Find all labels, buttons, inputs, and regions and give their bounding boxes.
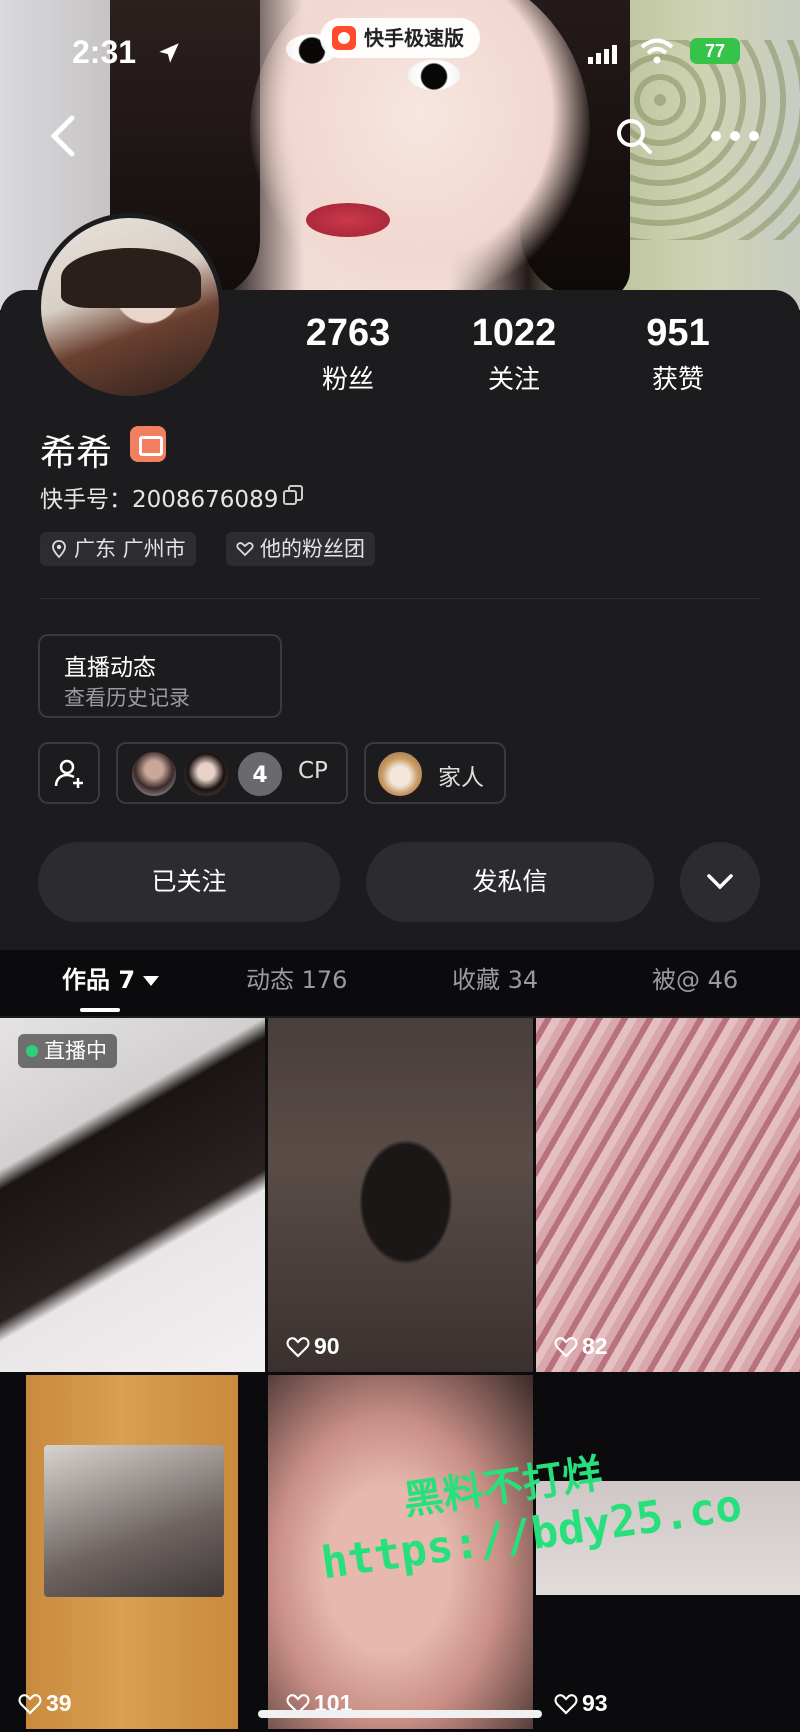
verified-badge-icon bbox=[130, 426, 166, 462]
location-text: 广东 广州市 bbox=[74, 537, 186, 561]
battery-level: 77 bbox=[704, 41, 726, 61]
location-tag: 广东 广州市 bbox=[40, 532, 196, 566]
works-grid: 直播中 90 82 39 101 93 bbox=[0, 1018, 800, 1732]
like-count: 39 bbox=[18, 1690, 72, 1717]
kuaishou-id: 快手号：2008676089 bbox=[40, 487, 279, 513]
tab-works[interactable]: 作品 7 bbox=[62, 960, 160, 995]
cp-avatar bbox=[182, 750, 230, 798]
kuaishou-logo-icon bbox=[332, 26, 356, 50]
family-avatar bbox=[376, 750, 424, 798]
stat-fans-value: 2763 bbox=[305, 312, 391, 354]
like-count-value: 39 bbox=[46, 1690, 72, 1716]
stat-fans-label: 粉丝 bbox=[321, 365, 374, 395]
add-friend-button[interactable] bbox=[38, 742, 100, 804]
copy-icon[interactable] bbox=[282, 484, 304, 506]
cp-relations-chip[interactable]: 4 CP bbox=[116, 742, 348, 804]
live-badge: 直播中 bbox=[18, 1034, 117, 1068]
cp-count-badge: 4 bbox=[236, 750, 284, 798]
stat-following[interactable]: 1022 关注 bbox=[434, 312, 594, 396]
work-tile[interactable]: 直播中 bbox=[0, 1018, 265, 1372]
like-count: 93 bbox=[554, 1690, 608, 1717]
app-pill[interactable]: 快手极速版 bbox=[320, 18, 480, 58]
heart-icon bbox=[286, 1337, 310, 1358]
live-history-subtitle: 查看历史记录 bbox=[64, 686, 190, 710]
stat-fans[interactable]: 2763 粉丝 bbox=[268, 312, 428, 396]
location-pin-icon bbox=[52, 540, 66, 558]
work-tile[interactable]: 39 bbox=[0, 1375, 265, 1729]
fan-club-tag[interactable]: 他的粉丝团 bbox=[226, 532, 375, 566]
status-time: 2:31 bbox=[72, 34, 137, 70]
heart-icon bbox=[554, 1694, 578, 1715]
family-relations-chip[interactable]: 家人 bbox=[364, 742, 506, 804]
like-count-value: 93 bbox=[582, 1690, 608, 1716]
work-tile[interactable]: 93 bbox=[536, 1375, 800, 1729]
like-count: 90 bbox=[286, 1333, 340, 1360]
work-tile[interactable]: 82 bbox=[536, 1018, 800, 1372]
stat-likes[interactable]: 951 获赞 bbox=[598, 312, 758, 396]
content-tabs: 作品 7 动态 176 收藏 34 被@ 46 bbox=[0, 950, 800, 1016]
cp-label: CP bbox=[298, 758, 328, 784]
avatar[interactable] bbox=[36, 213, 224, 401]
work-tile[interactable]: 90 bbox=[268, 1018, 533, 1372]
live-history-title: 直播动态 bbox=[64, 655, 156, 681]
work-tile[interactable]: 101 bbox=[268, 1375, 533, 1729]
heart-icon bbox=[554, 1337, 578, 1358]
heart-icon bbox=[18, 1694, 42, 1715]
family-label: 家人 bbox=[438, 765, 484, 791]
stat-following-value: 1022 bbox=[471, 312, 557, 354]
add-person-icon bbox=[54, 759, 83, 788]
stat-likes-label: 获赞 bbox=[651, 365, 704, 395]
battery-indicator: 77 bbox=[690, 38, 740, 64]
stat-likes-value: 951 bbox=[646, 312, 710, 354]
back-arrow-icon[interactable] bbox=[44, 112, 84, 160]
tab-mentioned[interactable]: 被@ 46 bbox=[652, 960, 738, 995]
stat-following-label: 关注 bbox=[487, 365, 540, 395]
tab-active-indicator bbox=[80, 1008, 120, 1012]
cp-avatar bbox=[130, 750, 178, 798]
more-options-icon[interactable] bbox=[710, 130, 760, 142]
more-actions-button[interactable] bbox=[680, 842, 760, 922]
wifi-icon bbox=[640, 38, 674, 64]
app-pill-label: 快手极速版 bbox=[364, 26, 464, 50]
fan-club-heart-icon bbox=[236, 542, 254, 557]
send-message-button[interactable]: 发私信 bbox=[366, 842, 654, 922]
live-badge-label: 直播中 bbox=[44, 1039, 107, 1063]
caret-down-icon bbox=[143, 976, 160, 986]
cellular-signal-icon bbox=[588, 45, 617, 64]
tab-works-label: 作品 7 bbox=[62, 966, 136, 994]
tab-moments[interactable]: 动态 176 bbox=[246, 960, 347, 995]
divider bbox=[40, 598, 760, 599]
home-indicator[interactable] bbox=[258, 1710, 542, 1718]
following-button[interactable]: 已关注 bbox=[38, 842, 340, 922]
fan-club-text: 他的粉丝团 bbox=[260, 537, 365, 561]
live-history-card[interactable]: 直播动态 查看历史记录 bbox=[38, 634, 282, 718]
chevron-down-icon bbox=[707, 874, 733, 890]
location-arrow-icon bbox=[159, 43, 179, 63]
like-count-value: 90 bbox=[314, 1333, 340, 1359]
like-count: 82 bbox=[554, 1333, 608, 1360]
search-icon[interactable] bbox=[614, 116, 654, 156]
tab-favorites[interactable]: 收藏 34 bbox=[452, 960, 538, 995]
status-bar: 2:31 快手极速版 77 bbox=[0, 0, 800, 100]
profile-name: 希希 bbox=[40, 433, 113, 474]
like-count-value: 82 bbox=[582, 1333, 608, 1359]
